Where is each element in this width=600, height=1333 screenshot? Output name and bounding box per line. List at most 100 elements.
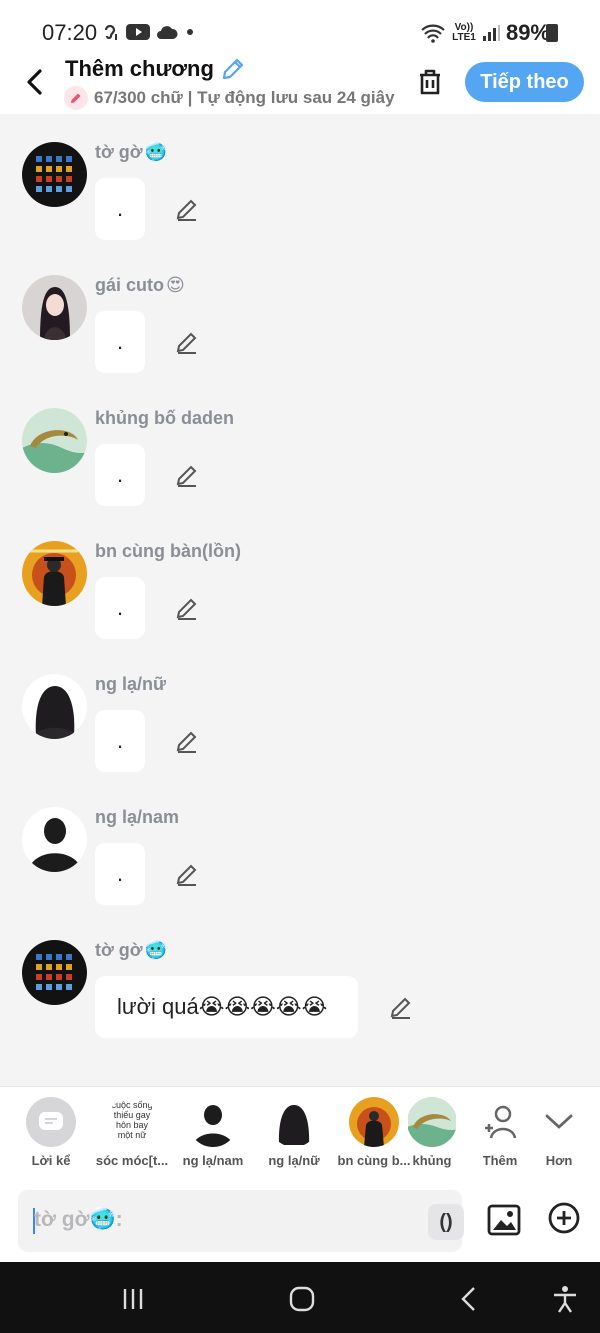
emoji-icon: 😍 xyxy=(166,275,185,295)
sender-name: ng lạ/nữ xyxy=(95,674,167,694)
status-notification-icons xyxy=(100,22,196,42)
cloud-icon xyxy=(157,26,178,39)
thumb-text: cuộc sống thiếu gay hôn bay một nữ xyxy=(111,1100,153,1140)
add-icon[interactable] xyxy=(548,1202,580,1234)
action-paren-button[interactable]: () xyxy=(428,1204,464,1240)
dot-icon xyxy=(187,29,193,35)
emoji-icon: 🥶 xyxy=(89,1208,116,1231)
character-item[interactable]: ng lạ/nam xyxy=(173,1097,253,1168)
sender-name: tờ gờ 🥶 xyxy=(95,142,168,162)
word-count-autosave: 67/300 chữ | Tự động lưu sau 24 giây xyxy=(94,88,395,107)
message-item: khủng bố daden . xyxy=(0,408,600,528)
chat-list: tờ gờ 🥶 . gái cuto 😍 . khủng bố daden . bn… xyxy=(0,114,600,1086)
narration-icon xyxy=(26,1097,76,1147)
image-icon[interactable] xyxy=(486,1202,522,1238)
status-time: 07:20 xyxy=(42,20,98,45)
character-label: Hơn xyxy=(545,1153,573,1168)
youtube-icon xyxy=(126,24,150,40)
recent-apps-icon[interactable] xyxy=(118,1284,148,1314)
message-item: bn cùng bàn(lồn) . xyxy=(0,541,600,661)
avatar[interactable] xyxy=(22,142,87,207)
sender-name: tờ gờ 🥶 xyxy=(95,940,168,960)
message-bubble[interactable]: lười quá😭😭😭😭😭 xyxy=(95,976,358,1038)
message-bubble[interactable]: . xyxy=(95,178,145,240)
sender-name: ng lạ/nam xyxy=(95,807,180,827)
system-nav-bar xyxy=(0,1262,600,1333)
battery-icon xyxy=(546,24,558,42)
edit-message-icon[interactable] xyxy=(174,196,200,222)
battery-percent: 89% xyxy=(505,20,550,45)
status-system-icons: Vo)) LTE1 89% xyxy=(420,20,550,46)
avatar xyxy=(188,1097,238,1147)
signal-icon xyxy=(482,25,500,41)
message-item: gái cuto 😍 . xyxy=(0,275,600,395)
title-row: Thêm chương xyxy=(65,56,246,82)
edit-message-icon[interactable] xyxy=(174,329,200,355)
edit-message-icon[interactable] xyxy=(174,462,200,488)
avatar[interactable] xyxy=(22,408,87,473)
message-bubble[interactable]: . xyxy=(95,710,145,772)
avatar[interactable] xyxy=(22,940,87,1005)
edit-message-icon[interactable] xyxy=(174,728,200,754)
trash-icon xyxy=(420,69,440,95)
avatar[interactable] xyxy=(22,275,87,340)
character-label: ng lạ/nữ xyxy=(268,1153,320,1168)
avatar[interactable] xyxy=(22,807,87,872)
avatar[interactable] xyxy=(22,541,87,606)
sender-name: khủng bố daden xyxy=(95,408,234,428)
page-title: Thêm chương xyxy=(65,56,214,81)
back-arrow-icon xyxy=(27,69,42,95)
character-label: Lời kể xyxy=(31,1153,71,1168)
home-icon[interactable] xyxy=(287,1284,317,1314)
add-person-icon xyxy=(475,1097,525,1147)
character-label: khủng xyxy=(412,1153,452,1168)
message-bubble[interactable]: . xyxy=(95,444,145,506)
hearing-icon xyxy=(104,24,117,40)
back-nav-icon[interactable] xyxy=(455,1284,485,1314)
wifi-icon xyxy=(421,24,445,43)
edit-message-icon[interactable] xyxy=(174,595,200,621)
pencil-badge-icon xyxy=(64,86,88,110)
avatar: cuộc sống thiếu gay hôn bay một nữ xyxy=(107,1097,157,1147)
next-button[interactable]: Tiếp theo xyxy=(465,62,584,102)
delete-button[interactable] xyxy=(414,66,446,98)
composer: tờ gờ🥶: () xyxy=(0,1180,600,1262)
avatar xyxy=(269,1097,319,1147)
message-item: tờ gờ 🥶 . xyxy=(0,142,600,262)
message-item: ng lạ/nam . xyxy=(0,807,600,927)
character-item[interactable]: khủng xyxy=(408,1097,456,1168)
chevron-down-icon xyxy=(534,1097,584,1147)
character-label: bn cùng b... xyxy=(337,1153,411,1168)
character-item[interactable]: bn cùng b... xyxy=(334,1097,414,1168)
emoji-icon: 🥶 xyxy=(144,940,168,960)
input-placeholder: tờ gờ🥶: xyxy=(34,1208,123,1231)
accessibility-icon[interactable] xyxy=(550,1284,580,1314)
edit-title-icon[interactable] xyxy=(220,56,246,82)
emoji-icon: 🥶 xyxy=(144,142,168,162)
message-item: tờ gờ 🥶 lười quá😭😭😭😭😭 xyxy=(0,940,600,1060)
header: Thêm chương 67/300 chữ | Tự động lưu sau… xyxy=(0,50,600,114)
character-narration[interactable]: Lời kể xyxy=(11,1097,91,1168)
message-item: ng lạ/nữ . xyxy=(0,674,600,794)
back-button[interactable] xyxy=(18,66,50,98)
message-bubble[interactable]: . xyxy=(95,311,145,373)
avatar[interactable] xyxy=(22,674,87,739)
subtitle-row: 67/300 chữ | Tự động lưu sau 24 giây xyxy=(64,86,395,110)
character-item[interactable]: cuộc sống thiếu gay hôn bay một nữ sóc m… xyxy=(92,1097,172,1168)
character-selector: Lời kể cuộc sống thiếu gay hôn bay một n… xyxy=(0,1086,600,1180)
network-label: Vo)) LTE1 xyxy=(452,22,476,43)
edit-message-icon[interactable] xyxy=(174,861,200,887)
message-input[interactable]: tờ gờ🥶: () xyxy=(18,1190,464,1252)
message-bubble[interactable]: . xyxy=(95,843,145,905)
character-label: ng lạ/nam xyxy=(182,1153,244,1168)
character-label: sóc móc[t... xyxy=(95,1153,169,1168)
message-bubble[interactable]: . xyxy=(95,577,145,639)
avatar xyxy=(349,1097,399,1147)
character-label: Thêm xyxy=(482,1153,518,1168)
character-item[interactable]: ng lạ/nữ xyxy=(254,1097,334,1168)
sender-name: bn cùng bàn(lồn) xyxy=(95,541,241,561)
sender-name: gái cuto 😍 xyxy=(95,275,185,295)
more-button[interactable]: Hơn xyxy=(519,1097,599,1168)
edit-message-icon[interactable] xyxy=(388,994,414,1020)
avatar xyxy=(408,1097,456,1147)
